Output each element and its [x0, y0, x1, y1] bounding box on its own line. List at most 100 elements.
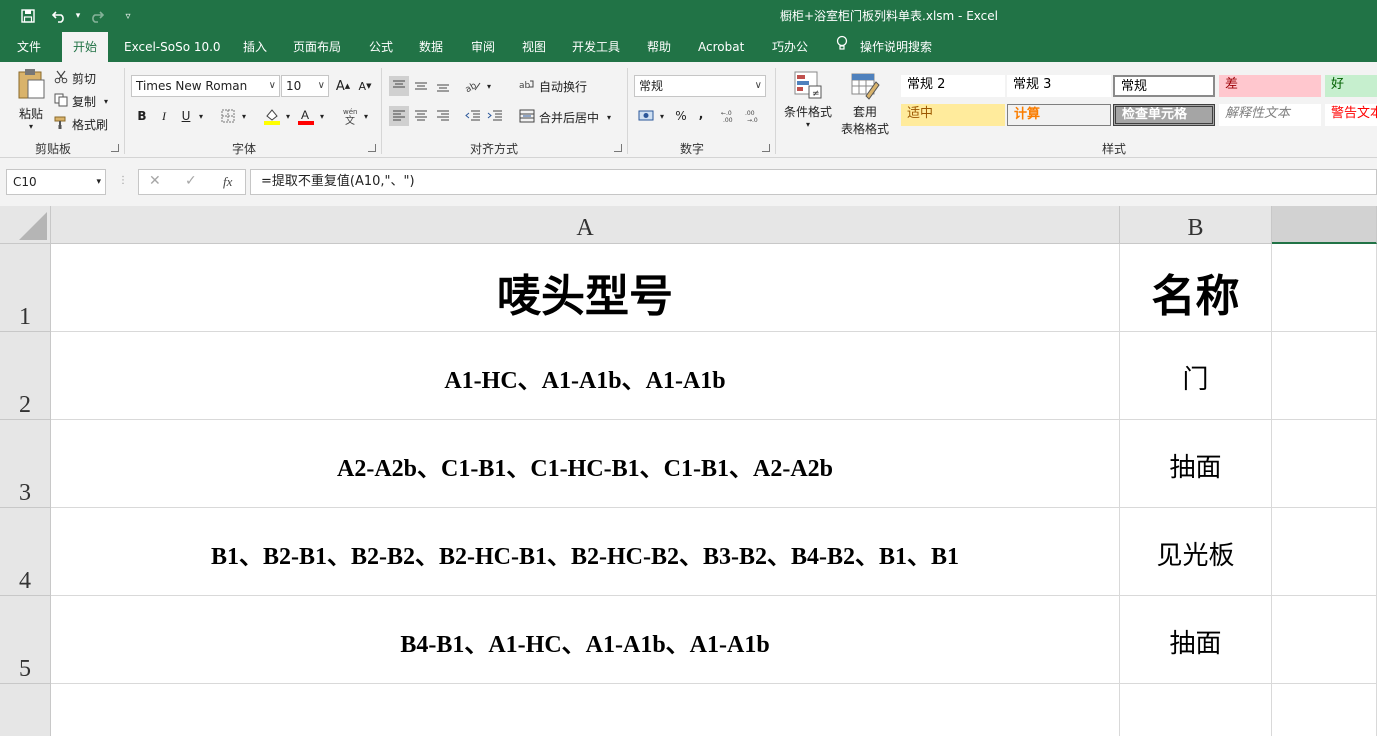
cell-c[interactable] — [1272, 596, 1377, 684]
cut-button[interactable]: 剪切 — [54, 70, 96, 87]
undo-dropdown-icon[interactable]: ▾ — [68, 6, 88, 26]
cell-a[interactable] — [51, 684, 1120, 736]
underline-dropdown-icon[interactable]: ▾ — [195, 106, 207, 126]
cell-c[interactable] — [1272, 420, 1377, 508]
accounting-dropdown-icon[interactable]: ▾ — [656, 106, 668, 126]
align-bottom-icon[interactable] — [433, 76, 453, 96]
cell-b[interactable]: 见光板 — [1120, 508, 1272, 596]
italic-button[interactable]: I — [154, 106, 174, 126]
increase-indent-icon[interactable] — [485, 106, 505, 126]
borders-icon[interactable] — [218, 106, 238, 126]
accounting-format-icon[interactable] — [636, 106, 658, 126]
percent-button[interactable]: % — [671, 106, 691, 126]
cell-b[interactable]: 名称 — [1120, 244, 1272, 332]
cell-a[interactable]: A2-A2b、C1-B1、C1-HC-B1、C1-B1、A2-A2b — [51, 420, 1120, 508]
cell-b[interactable]: 抽面 — [1120, 596, 1272, 684]
format-painter-button[interactable]: 格式刷 — [54, 116, 108, 133]
cell-a[interactable]: A1-HC、A1-A1b、A1-A1b — [51, 332, 1120, 420]
cell-b[interactable] — [1120, 684, 1272, 736]
style-check-cell[interactable]: 检查单元格 — [1113, 104, 1215, 126]
tab-developer[interactable]: 开发工具 — [564, 32, 628, 62]
tell-me-search[interactable]: 操作说明搜索 — [836, 32, 932, 62]
column-header-c[interactable] — [1272, 206, 1377, 244]
underline-button[interactable]: U — [176, 106, 196, 126]
tab-insert[interactable]: 插入 — [235, 32, 275, 62]
alignment-launcher-icon[interactable] — [614, 144, 622, 152]
cell-c[interactable] — [1272, 684, 1377, 736]
row-header[interactable] — [0, 684, 51, 736]
conditional-format-button[interactable]: ≠ 条件格式 ▾ — [781, 70, 835, 129]
formula-input[interactable]: =提取不重复值(A10,"、") — [250, 169, 1377, 195]
fill-color-icon[interactable] — [262, 106, 282, 126]
font-launcher-icon[interactable] — [368, 144, 376, 152]
style-normal[interactable]: 常规 — [1113, 75, 1215, 97]
style-good[interactable]: 好 — [1325, 75, 1377, 97]
cell-c[interactable] — [1272, 244, 1377, 332]
tab-data[interactable]: 数据 — [411, 32, 451, 62]
font-color-icon[interactable]: A — [296, 106, 316, 126]
tab-view[interactable]: 视图 — [514, 32, 554, 62]
comma-button[interactable]: , — [691, 104, 711, 124]
decrease-decimal-icon[interactable]: .00 →.0 — [744, 106, 766, 126]
splitter-icon[interactable]: ⋮ — [118, 174, 128, 188]
number-format-select[interactable]: 常规 ∨ — [634, 75, 766, 97]
format-as-table-button[interactable]: 套用 表格格式 — [836, 70, 894, 137]
style-normal-3[interactable]: 常规 3 — [1007, 75, 1111, 97]
align-right-icon[interactable] — [433, 106, 453, 126]
select-all-button[interactable] — [0, 206, 51, 244]
number-launcher-icon[interactable] — [762, 144, 770, 152]
tab-page-layout[interactable]: 页面布局 — [285, 32, 349, 62]
clipboard-launcher-icon[interactable] — [111, 144, 119, 152]
copy-button[interactable]: 复制 ▾ — [54, 93, 108, 110]
tab-excel-soso[interactable]: Excel-SoSo 10.0 — [116, 32, 229, 62]
cell-a[interactable]: B1、B2-B1、B2-B2、B2-HC-B1、B2-HC-B2、B3-B2、B… — [51, 508, 1120, 596]
bold-button[interactable]: B — [132, 106, 152, 126]
tab-file[interactable]: 文件 — [9, 32, 49, 62]
save-icon[interactable] — [18, 6, 38, 26]
style-bad[interactable]: 差 — [1219, 75, 1321, 97]
cell-c[interactable] — [1272, 508, 1377, 596]
tab-acrobat[interactable]: Acrobat — [690, 32, 752, 62]
align-top-icon[interactable] — [389, 76, 409, 96]
undo-icon[interactable] — [50, 6, 70, 26]
column-header-b[interactable]: B — [1120, 206, 1272, 244]
font-name-select[interactable]: Times New Roman ∨ — [131, 75, 280, 97]
cell-a[interactable]: 唛头型号 — [51, 244, 1120, 332]
cell-b[interactable]: 门 — [1120, 332, 1272, 420]
style-warning-text[interactable]: 警告文本 — [1325, 104, 1377, 126]
insert-function-icon[interactable]: fx — [223, 174, 232, 190]
decrease-font-size-icon[interactable]: A ▼ — [355, 76, 375, 96]
cancel-icon[interactable]: ✕ — [149, 173, 161, 189]
cell-a[interactable]: B4-B1、A1-HC、A1-A1b、A1-A1b — [51, 596, 1120, 684]
column-header-a[interactable]: A — [51, 206, 1120, 244]
orientation-dropdown-icon[interactable]: ▾ — [483, 76, 495, 96]
customize-toolbar-icon[interactable]: ▿ — [118, 6, 138, 26]
align-center-icon[interactable] — [411, 106, 431, 126]
redo-icon[interactable] — [86, 6, 106, 26]
row-header[interactable]: 3 — [0, 420, 51, 508]
wrap-text-button[interactable]: ab 自动换行 — [519, 78, 587, 95]
tab-formulas[interactable]: 公式 — [361, 32, 401, 62]
decrease-indent-icon[interactable] — [463, 106, 483, 126]
cell-c[interactable] — [1272, 332, 1377, 420]
tab-qiaobangong[interactable]: 巧办公 — [764, 32, 816, 62]
align-middle-icon[interactable] — [411, 76, 431, 96]
font-color-dropdown-icon[interactable]: ▾ — [316, 106, 328, 126]
phonetic-dropdown-icon[interactable]: ▾ — [360, 106, 372, 126]
style-neutral[interactable]: 适中 — [901, 104, 1005, 126]
paste-button[interactable]: 粘贴 ▾ — [12, 68, 50, 131]
enter-icon[interactable]: ✓ — [185, 173, 197, 189]
fill-color-dropdown-icon[interactable]: ▾ — [282, 106, 294, 126]
cell-b[interactable]: 抽面 — [1120, 420, 1272, 508]
orientation-icon[interactable]: ab — [463, 76, 483, 96]
row-header[interactable]: 4 — [0, 508, 51, 596]
tab-help[interactable]: 帮助 — [639, 32, 679, 62]
tab-review[interactable]: 审阅 — [463, 32, 503, 62]
borders-dropdown-icon[interactable]: ▾ — [238, 106, 250, 126]
tab-home[interactable]: 开始 — [62, 32, 108, 62]
align-left-icon[interactable] — [389, 106, 409, 126]
style-normal-2[interactable]: 常规 2 — [901, 75, 1005, 97]
name-box[interactable]: C10 ▾ — [6, 169, 106, 195]
row-header[interactable]: 5 — [0, 596, 51, 684]
style-calculation[interactable]: 计算 — [1007, 104, 1111, 126]
